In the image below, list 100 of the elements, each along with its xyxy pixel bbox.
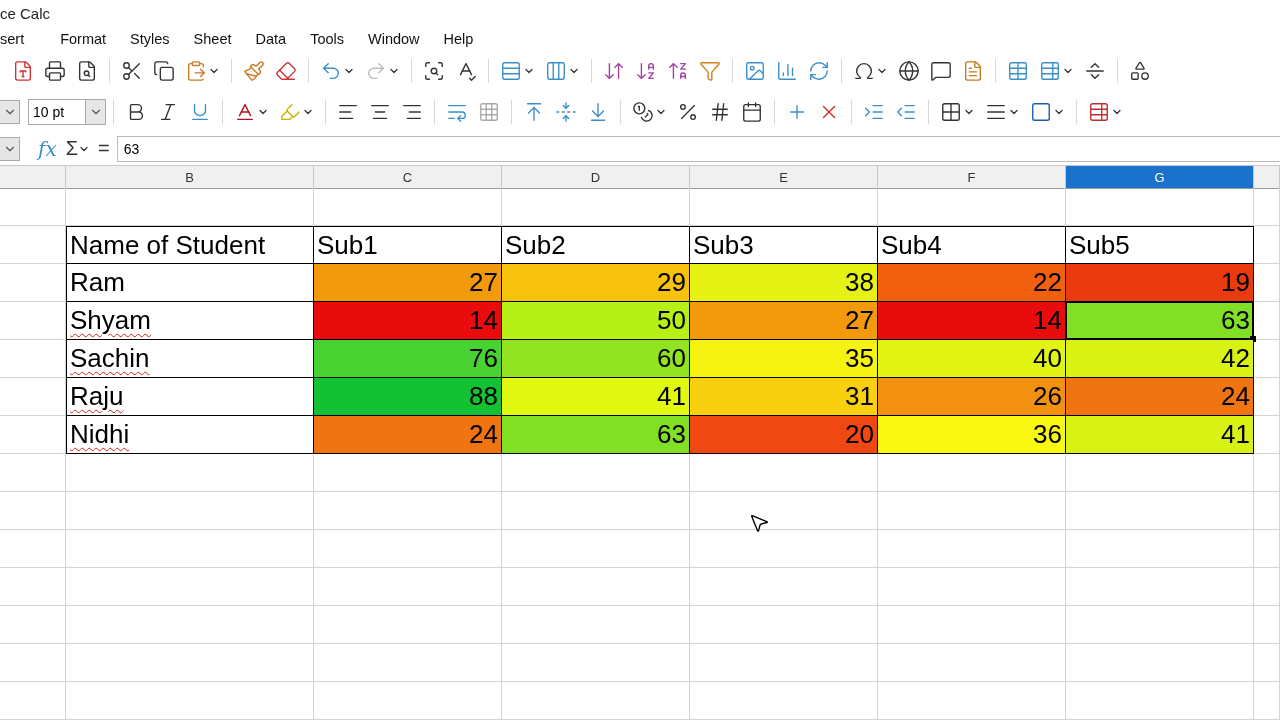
empty-cell (0, 188, 66, 226)
pdf-file-icon (12, 59, 34, 82)
empty-cell (0, 530, 66, 568)
column-header[interactable]: C (314, 166, 502, 189)
column-header[interactable]: F (878, 166, 1066, 189)
comment-icon (930, 59, 952, 82)
empty-cell (0, 606, 66, 644)
header-cell: Sub3 (690, 226, 878, 264)
score-cell: 27 (690, 302, 878, 340)
sum-button[interactable]: Σ (64, 137, 92, 160)
empty-cell (1254, 682, 1280, 720)
column-header[interactable]: D (502, 166, 690, 189)
score-cell: 27 (314, 264, 502, 302)
menu-item[interactable]: Window (356, 30, 432, 47)
pivot-table-icon (808, 59, 830, 82)
empty-cell (0, 568, 66, 606)
columns-icon (545, 59, 567, 82)
empty-cell (1254, 378, 1280, 416)
score-cell: 63 (1066, 302, 1254, 340)
menu-item[interactable]: Help (431, 30, 486, 47)
score-cell: 50 (502, 302, 690, 340)
rows-icon (500, 59, 522, 82)
header-cell: Sub4 (878, 226, 1066, 264)
empty-cell (1254, 492, 1280, 530)
header-cell: Sub1 (314, 226, 502, 264)
header-footer-icon (962, 59, 984, 82)
score-cell: 40 (878, 340, 1066, 378)
score-cell: 41 (1066, 416, 1254, 454)
bar-chart-icon (776, 59, 798, 82)
score-cell: 36 (878, 416, 1066, 454)
borders-icon (940, 100, 962, 123)
empty-cell (0, 340, 66, 378)
filter-icon (699, 59, 721, 82)
print-range-icon (1007, 59, 1029, 82)
empty-cell (0, 682, 66, 720)
font-name-dropdown[interactable] (0, 99, 20, 124)
find-replace-icon (423, 59, 445, 82)
column-header[interactable]: E (690, 166, 878, 189)
menu-item[interactable]: Tools (298, 30, 356, 47)
score-cell: 22 (878, 264, 1066, 302)
paintbrush-icon (243, 59, 265, 82)
empty-cell (0, 492, 66, 530)
header-cell: Sub5 (1066, 226, 1254, 264)
empty-cell (0, 644, 66, 682)
border-color-icon (1030, 100, 1052, 123)
empty-cell (0, 416, 66, 454)
empty-cell (0, 264, 66, 302)
empty-cell (1254, 454, 1280, 492)
column-header[interactable]: G (1066, 166, 1254, 189)
score-cell: 19 (1066, 264, 1254, 302)
menu-item[interactable]: Data (243, 30, 299, 47)
formula-input[interactable]: 63 (116, 135, 1280, 162)
empty-cell (1254, 606, 1280, 644)
score-cell: 29 (502, 264, 690, 302)
coins-icon (632, 100, 654, 123)
print-preview-icon (76, 59, 98, 82)
align-middle-icon (555, 100, 577, 123)
menu-item[interactable]: sert (0, 30, 49, 47)
score-cell: 24 (314, 416, 502, 454)
shapes-icon (1129, 59, 1151, 82)
header-cell: Sub2 (502, 226, 690, 264)
empty-cell (1254, 264, 1280, 302)
globe-icon (898, 59, 920, 82)
formula-button[interactable]: = (97, 137, 111, 160)
merge-cells-icon (478, 100, 500, 123)
paste-icon (185, 59, 207, 82)
score-cell: 41 (502, 378, 690, 416)
score-cell: 88 (314, 378, 502, 416)
printer-icon (44, 59, 66, 82)
empty-cell (1254, 530, 1280, 568)
menu-item[interactable]: Format (48, 30, 119, 47)
empty-cell (1254, 226, 1280, 264)
empty-cell (1254, 568, 1280, 606)
empty-cell (0, 378, 66, 416)
function-wizard-button[interactable]: fx (36, 136, 59, 161)
empty-cell (0, 302, 66, 340)
scissors-icon (121, 59, 143, 82)
header-cell: Name of Student (66, 226, 314, 264)
mouse-pointer-icon (748, 512, 770, 534)
freeze-rows-icon (1039, 59, 1061, 82)
font-size-field[interactable]: 10 pt (28, 98, 106, 125)
score-cell: 26 (878, 378, 1066, 416)
score-cell: 35 (690, 340, 878, 378)
empty-cell (0, 454, 66, 492)
score-cell: 76 (314, 340, 502, 378)
score-cell: 60 (502, 340, 690, 378)
empty-cell (1254, 644, 1280, 682)
empty-cell (1254, 302, 1280, 340)
image-icon (744, 59, 766, 82)
score-cell: 24 (1066, 378, 1254, 416)
score-cell: 42 (1066, 340, 1254, 378)
menu-item[interactable]: Styles (118, 30, 182, 47)
conditional-format-icon (1088, 100, 1110, 123)
name-box-dropdown[interactable] (0, 136, 20, 161)
score-cell: 14 (314, 302, 502, 340)
score-cell: 20 (690, 416, 878, 454)
column-header[interactable]: B (66, 166, 314, 189)
menu-item[interactable]: Sheet (181, 30, 244, 47)
calendar-icon (741, 100, 763, 123)
eraser-icon (275, 59, 297, 82)
